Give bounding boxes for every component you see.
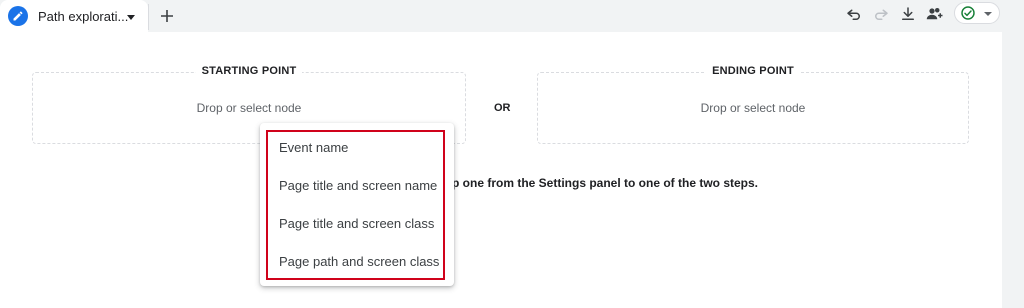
tab-path-exploration[interactable]: Path explorati... (0, 0, 148, 32)
share-button[interactable] (924, 3, 946, 25)
starting-point-title: STARTING POINT (195, 65, 303, 77)
download-icon (902, 7, 914, 20)
instruction-text: p one from the Settings panel to one of … (452, 176, 759, 190)
check-circle-icon (961, 6, 975, 20)
plus-icon (161, 10, 173, 22)
tab-divider (148, 4, 149, 30)
or-label: OR (494, 102, 511, 114)
add-tab-button[interactable] (152, 2, 182, 30)
menu-item-page-title-screen-class[interactable]: Page title and screen class (279, 216, 434, 231)
redo-icon (875, 9, 888, 20)
ending-point-title: ENDING POINT (706, 65, 800, 77)
chevron-down-icon (984, 12, 992, 16)
undo-icon (847, 9, 860, 20)
menu-item-event-name[interactable]: Event name (279, 140, 348, 155)
exploration-canvas: STARTING POINT Drop or select node OR EN… (0, 32, 1002, 308)
tab-label: Path explorati... (38, 9, 129, 24)
tab-dropdown-icon[interactable] (124, 10, 138, 24)
download-button[interactable] (897, 3, 919, 25)
pencil-icon (8, 6, 28, 26)
node-type-menu: Event name Page title and screen name Pa… (260, 123, 454, 286)
ending-point-dropzone[interactable]: ENDING POINT Drop or select node (537, 65, 969, 144)
starting-point-hint: Drop or select node (196, 101, 302, 115)
menu-item-page-title-screen-name[interactable]: Page title and screen name (279, 178, 437, 193)
menu-item-page-path-screen-class[interactable]: Page path and screen class (279, 254, 439, 269)
redo-button[interactable] (870, 3, 892, 25)
undo-button[interactable] (843, 3, 865, 25)
status-dropdown[interactable] (954, 2, 1000, 24)
share-icon (926, 8, 943, 20)
ending-point-hint: Drop or select node (700, 101, 806, 115)
